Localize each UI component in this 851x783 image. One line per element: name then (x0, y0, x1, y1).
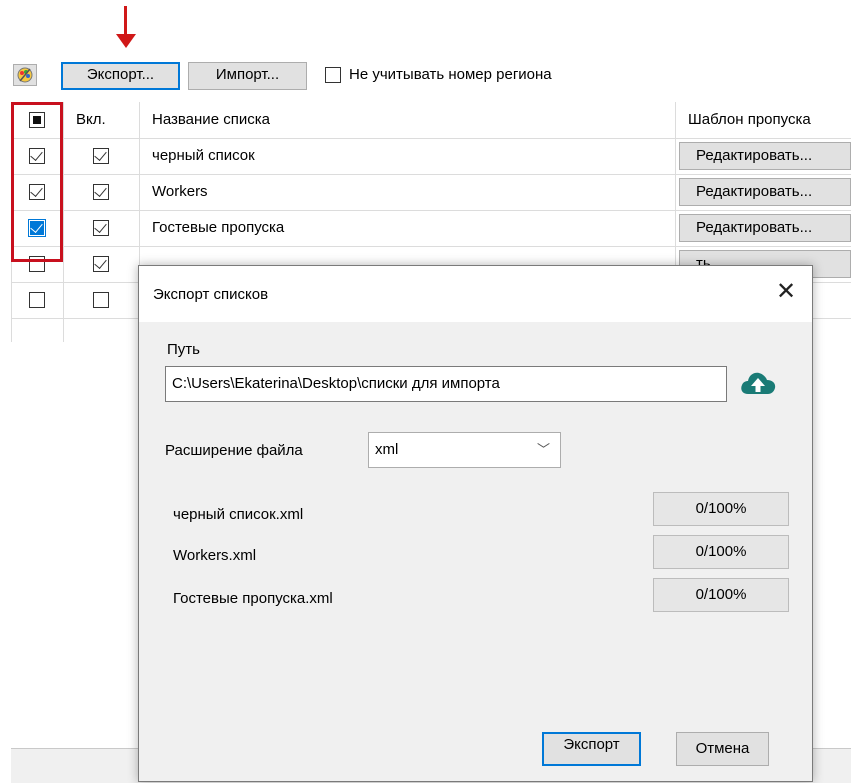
progress-text: 0/100% (695, 543, 747, 560)
edit-template-button[interactable]: Редактировать... (679, 178, 851, 206)
dialog-titlebar: Экспорт списков ✕ (139, 266, 812, 322)
row-enabled-checkbox[interactable] (93, 292, 109, 308)
ignore-region-label: Не учитывать номер региона (349, 66, 552, 83)
annotation-arrow-icon (116, 34, 136, 48)
table-row[interactable]: Гостевые пропуска Редактировать... (11, 210, 851, 247)
file-name: Workers.xml (173, 547, 257, 564)
export-button[interactable]: Экспорт... (61, 62, 180, 90)
file-progress: 0/100% (653, 535, 789, 569)
progress-text: 0/100% (695, 500, 747, 517)
table-row[interactable]: черный список Редактировать... (11, 138, 851, 175)
header-list-name: Название списка (152, 111, 270, 128)
row-enabled-checkbox[interactable] (93, 256, 109, 272)
edit-template-button[interactable]: Редактировать... (679, 142, 851, 170)
dialog-cancel-button[interactable]: Отмена (676, 732, 769, 766)
file-name: Гостевые пропуска.xml (173, 590, 333, 607)
row-enabled-checkbox[interactable] (93, 148, 109, 164)
extension-select[interactable]: xml ﹀ (368, 432, 561, 468)
file-progress: 0/100% (653, 492, 789, 526)
dialog-title: Экспорт списков (153, 286, 269, 303)
edit-template-button[interactable]: Редактировать... (679, 214, 851, 242)
import-button[interactable]: Импорт... (188, 62, 307, 90)
header-enabled: Вкл. (76, 111, 106, 128)
row-list-name: Гостевые пропуска (152, 219, 285, 236)
row-enabled-checkbox[interactable] (93, 220, 109, 236)
close-icon[interactable]: ✕ (774, 280, 798, 304)
table-row[interactable]: Workers Редактировать... (11, 174, 851, 211)
path-label: Путь (167, 341, 200, 358)
palette-icon[interactable] (13, 64, 37, 86)
annotation-highlight-box (11, 102, 63, 262)
file-name: черный список.xml (173, 506, 304, 523)
progress-text: 0/100% (695, 586, 747, 603)
extension-value: xml (375, 441, 399, 458)
row-list-name: черный список (152, 147, 255, 164)
extension-label: Расширение файла (165, 442, 303, 459)
row-enabled-checkbox[interactable] (93, 184, 109, 200)
cloud-upload-icon[interactable] (739, 366, 777, 402)
ignore-region-checkbox[interactable] (325, 67, 341, 83)
row-select-checkbox[interactable] (29, 292, 45, 308)
header-template: Шаблон пропуска (688, 111, 811, 128)
export-lists-dialog: Экспорт списков ✕ Путь C:\Users\Ekaterin… (138, 265, 813, 782)
path-input[interactable]: C:\Users\Ekaterina\Desktop\списки для им… (165, 366, 727, 402)
chevron-down-icon: ﹀ (536, 442, 550, 457)
table-header-row: Вкл. Название списка Шаблон пропуска (11, 102, 851, 139)
dialog-export-button[interactable]: Экспорт (542, 732, 641, 766)
file-progress: 0/100% (653, 578, 789, 612)
annotation-arrow-shaft (124, 6, 127, 36)
row-list-name: Workers (152, 183, 208, 200)
